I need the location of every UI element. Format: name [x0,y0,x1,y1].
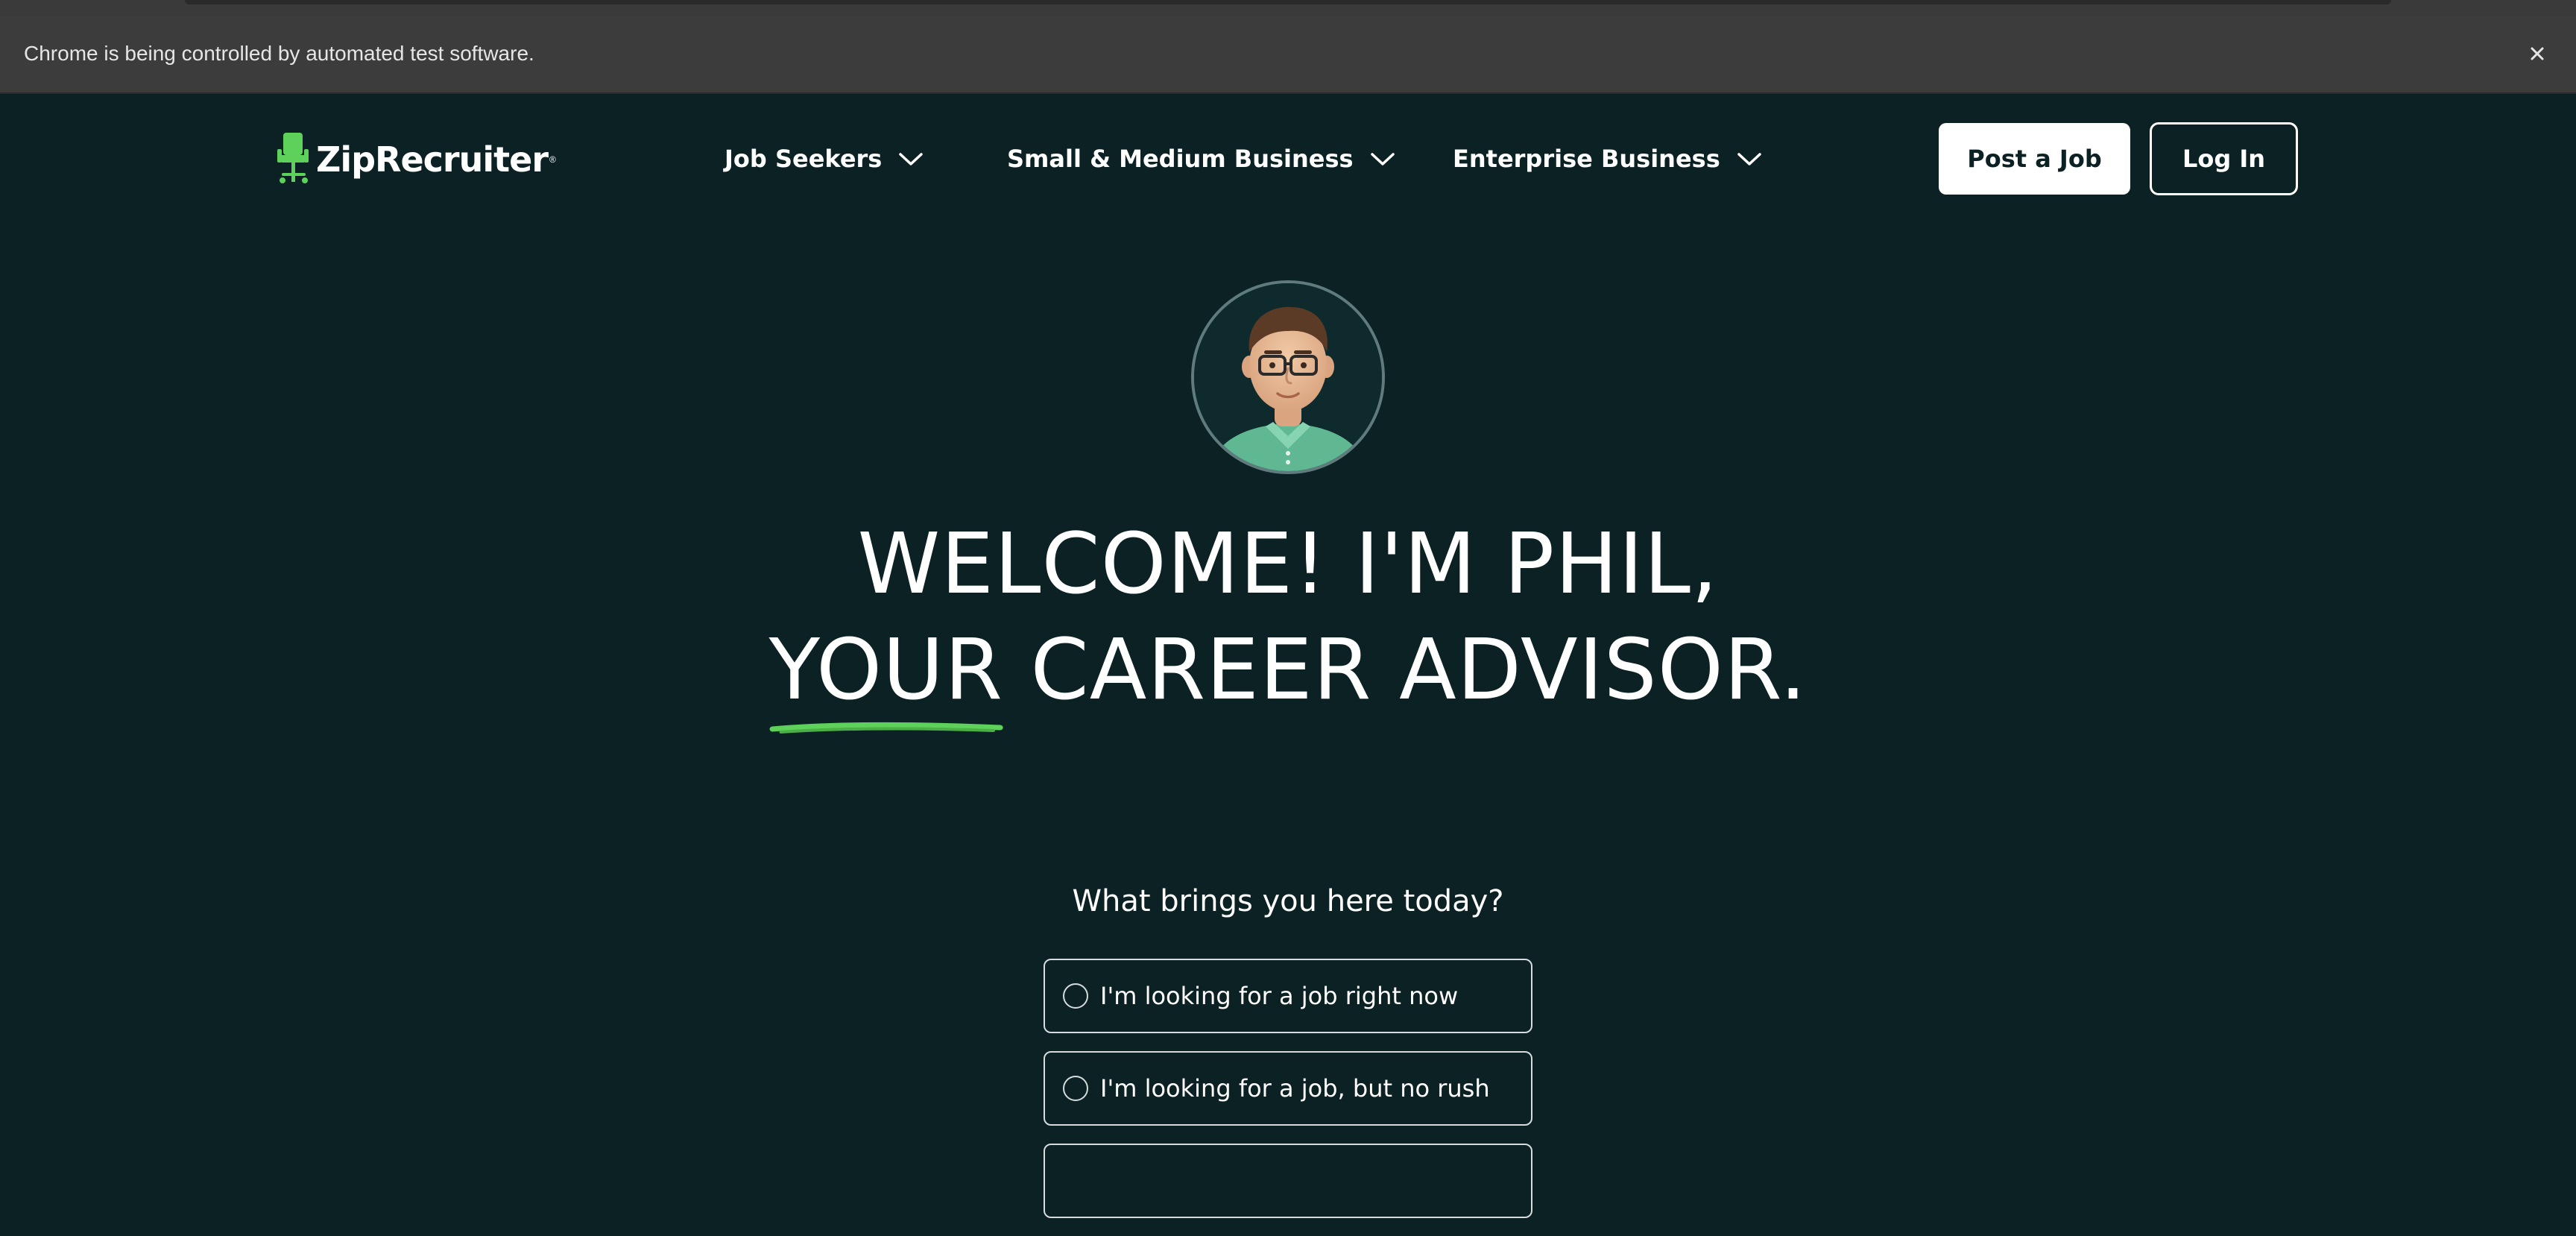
log-in-button[interactable]: Log In [2150,122,2298,195]
green-underline-scribble [769,722,1003,734]
option-label: I'm looking for a job, but no rush [1100,1074,1490,1103]
avatar [1191,280,1385,474]
logo-wordmark: ZipRecruiter [316,139,549,180]
browser-tabstrip [0,0,2576,16]
nav-job-seekers[interactable]: Job Seekers [724,145,924,173]
chevron-down-icon [1370,153,1395,165]
headline-highlight-word: YOUR [768,617,1003,734]
headline-highlight-text: YOUR [768,622,1003,719]
option-job-right-now[interactable]: I'm looking for a job right now [1044,959,1532,1033]
nav-small-medium-business[interactable]: Small & Medium Business [1007,145,1395,173]
options-list: I'm looking for a job right now I'm look… [1044,959,1532,1236]
nav-enterprise-business[interactable]: Enterprise Business [1453,145,1762,173]
headline-line-1: WELCOME! I'M PHIL, [857,516,1719,613]
nav-label: Job Seekers [724,145,883,173]
headline-rest-text: CAREER ADVISOR. [1003,622,1808,719]
browser-tab-edge [185,0,2391,4]
headline-line-2: YOUR CAREER ADVISOR. [768,617,1808,734]
close-icon[interactable] [2521,37,2554,70]
phil-avatar-illustration [1194,283,1382,471]
radio-button[interactable] [1063,983,1088,1009]
site-page: ZipRecruiter ® Job Seekers Small & Medium… [0,94,2576,1218]
page-title: WELCOME! I'M PHIL, YOUR CAREER ADVISOR. [0,511,2576,734]
registered-mark: ® [549,154,556,165]
ziprecruiter-logo[interactable]: ZipRecruiter ® [276,131,556,188]
option-job-no-rush[interactable]: I'm looking for a job, but no rush [1044,1051,1532,1126]
infobar-text: Chrome is being controlled by automated … [24,42,534,65]
chevron-down-icon [899,153,924,165]
automation-infobar: Chrome is being controlled by automated … [0,16,2576,94]
option-partial[interactable] [1044,1144,1532,1218]
chair-icon [276,130,312,190]
chevron-down-icon [1737,153,1761,165]
question-text: What brings you here today? [1072,884,1504,918]
nav-label: Enterprise Business [1453,145,1720,173]
option-label: I'm looking for a job right now [1100,982,1459,1010]
radio-button[interactable] [1063,1076,1088,1101]
post-a-job-button[interactable]: Post a Job [1939,123,2130,195]
nav-label: Small & Medium Business [1007,145,1354,173]
